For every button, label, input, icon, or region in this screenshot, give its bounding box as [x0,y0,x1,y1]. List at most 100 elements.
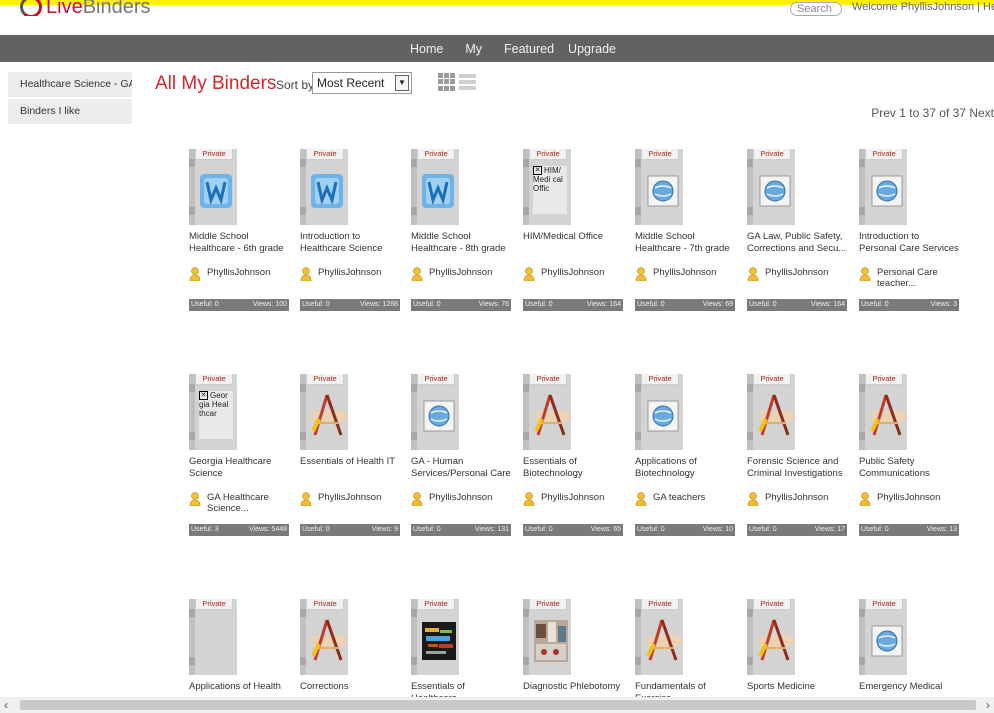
binder-owner[interactable]: Personal Care teacher... [877,267,957,289]
binder-title[interactable]: Sports Medicine [747,681,847,693]
binder-owner[interactable]: PhyllisJohnson [541,492,621,503]
useful-count: Useful: 0 [302,526,330,533]
binder-cover[interactable]: Private [300,599,348,675]
binder-title[interactable]: Emergency Medical [859,681,959,693]
private-badge: Private [641,149,679,160]
binder-cover[interactable]: Private [747,599,795,675]
private-badge: Private [641,374,679,385]
binder-stats-bar: Useful: 0 Views: 9 [300,524,400,536]
broken-image-thumbnail: ✕ Geor gia Heal thcar [199,391,233,439]
user-icon [635,267,647,281]
binder-owner[interactable]: PhyllisJohnson [877,492,957,503]
binder-cover[interactable]: Private [189,599,237,675]
binder-cover[interactable]: Private [300,149,348,225]
binder-title[interactable]: Applications of Health [189,681,289,693]
binder-cover[interactable]: Private [747,149,795,225]
binder-title[interactable]: Introduction to Personal Care Services [859,231,959,255]
binder-grid: Private Middle School Healthcare - 6th gr… [0,0,994,713]
scroll-left-arrow-icon[interactable]: ‹ [4,697,8,713]
binder-cover[interactable]: Private [859,149,907,225]
views-count: Views: 65 [590,526,621,533]
private-badge: Private [306,149,344,160]
binder-title[interactable]: Applications of Biotechnology [635,456,735,480]
useful-count: Useful: 0 [861,526,889,533]
word-document-icon [200,174,232,208]
binder-cover[interactable]: Private [859,374,907,450]
binder-cover[interactable]: Private [411,374,459,450]
binder-title[interactable]: Essentials of Health IT [300,456,400,468]
binder-owner[interactable]: PhyllisJohnson [541,267,621,278]
pencil-app-icon [311,619,346,661]
pencil-app-icon [534,394,569,436]
user-icon [411,267,423,281]
web-page-icon [423,400,455,432]
binder-stats-bar: Useful: 0 Views: 69 [635,299,735,311]
binder-owner[interactable]: PhyllisJohnson [765,492,845,503]
horizontal-scrollbar[interactable]: ‹ › [0,697,994,713]
binder-cover[interactable]: Private [859,599,907,675]
binder-title[interactable]: Diagnostic Phlebotomy [523,681,623,693]
user-icon [523,492,535,506]
binder-title[interactable]: Georgia Healthcare Science [189,456,289,480]
binder-title[interactable]: Middle School Healthcare - 8th grade [411,231,511,255]
binder-title[interactable]: GA - Human Services/Personal Care [411,456,511,480]
binder-owner[interactable]: GA Healthcare Science... [207,492,287,514]
binder-title[interactable]: Middle School Healthcare - 6th grade [189,231,289,255]
binder-owner[interactable]: PhyllisJohnson [207,267,287,278]
useful-count: Useful: 0 [637,301,665,308]
binder-title[interactable]: GA Law, Public Safety, Corrections and S… [747,231,847,255]
binder-owner[interactable]: PhyllisJohnson [318,267,398,278]
useful-count: Useful: 0 [302,301,330,308]
useful-count: Useful: 3 [191,526,219,533]
binder-owner[interactable]: PhyllisJohnson [653,267,733,278]
binder-owner[interactable]: GA teachers [653,492,733,503]
binder-stats-bar: Useful: 3 Views: 5448 [189,524,289,536]
scroll-right-arrow-icon[interactable]: › [986,697,990,713]
binder-cover[interactable]: Private [189,149,237,225]
user-icon [411,492,423,506]
binder-owner[interactable]: PhyllisJohnson [765,267,845,278]
private-badge: Private [865,374,903,385]
binder-cover[interactable]: Private [635,374,683,450]
binder-stats-bar: Useful: 0 Views: 65 [523,524,623,536]
phlebotomy-photo [534,620,568,662]
binder-title[interactable]: HIM/Medical Office [523,231,623,243]
binder-stats-bar: Useful: 0 Views: 13 [859,524,959,536]
private-badge: Private [195,374,233,385]
binder-cover[interactable]: Private [411,599,459,675]
binder-title[interactable]: Middle School Healthcare - 7th grade [635,231,735,255]
user-icon [859,492,871,506]
user-icon [859,267,871,281]
binder-cover[interactable]: Private [411,149,459,225]
binder-cover[interactable]: Private [523,374,571,450]
binder-cover[interactable]: Private [635,599,683,675]
useful-count: Useful: 0 [191,301,219,308]
binder-owner[interactable]: PhyllisJohnson [429,492,509,503]
private-badge: Private [865,149,903,160]
private-badge: Private [753,149,791,160]
user-icon [300,492,312,506]
views-count: Views: 76 [478,301,509,308]
private-badge: Private [417,149,455,160]
binder-title[interactable]: Introduction to Healthcare Science [300,231,400,255]
binder-cover[interactable]: Private [300,374,348,450]
private-badge: Private [865,599,903,610]
word-document-icon [422,174,454,208]
private-badge: Private [529,599,567,610]
binder-cover[interactable]: Private [635,149,683,225]
scrollbar-thumb[interactable] [20,700,976,710]
binder-title[interactable]: Corrections [300,681,400,693]
web-page-icon [871,175,903,207]
private-badge: Private [529,149,567,160]
views-count: Views: 3 [930,301,957,308]
binder-title[interactable]: Essentials of Biotechnology [523,456,623,480]
binder-cover[interactable]: Private ✕ Geor gia Heal thcar [189,374,237,450]
binder-owner[interactable]: PhyllisJohnson [429,267,509,278]
broken-image-icon: ✕ [533,166,542,175]
binder-title[interactable]: Public Safety Communications [859,456,959,480]
binder-title[interactable]: Forensic Science and Criminal Investigat… [747,456,847,480]
binder-cover[interactable]: Private [747,374,795,450]
binder-cover[interactable]: Private [523,599,571,675]
binder-owner[interactable]: PhyllisJohnson [318,492,398,503]
binder-cover[interactable]: Private ✕ HIM/ Medi cal Offic [523,149,571,225]
